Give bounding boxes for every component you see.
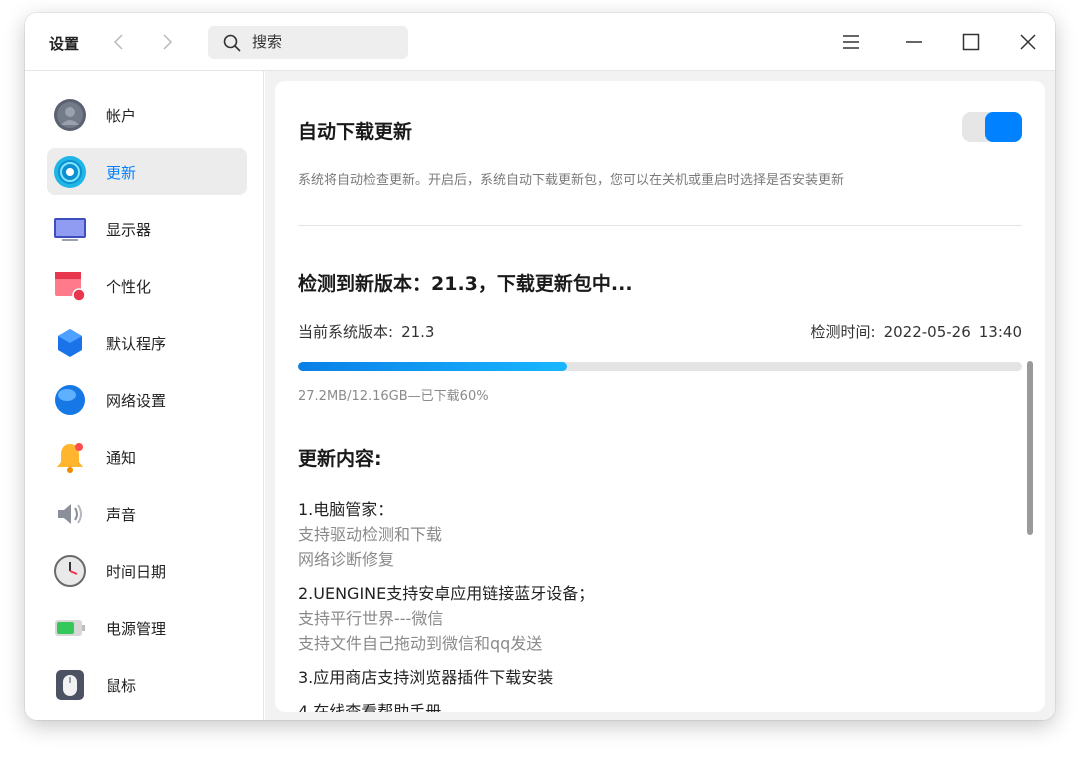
- download-progress-fill: [298, 362, 568, 371]
- update-card: 自动下载更新 系统将自动检查更新。开启后，系统自动下载更新包，您可以在关机或重启…: [275, 81, 1045, 712]
- search-icon: [223, 34, 241, 52]
- sidebar-item-mouse[interactable]: 鼠标: [47, 661, 247, 708]
- release-note-heading: 1.电脑管家：: [298, 500, 394, 519]
- check-date-value: 2022-05-26: [883, 323, 971, 341]
- minimize-button[interactable]: [901, 29, 927, 55]
- sidebar-item-label: 默认程序: [106, 335, 167, 353]
- notification-bell-icon: [57, 443, 83, 473]
- sidebar-item-label: 声音: [106, 506, 137, 524]
- sidebar-item-label: 帐户: [106, 107, 137, 125]
- version-info-row: 当前系统版本: 21.3 检测时间: 2022-05-26 13:40: [298, 321, 1022, 343]
- search-box[interactable]: [208, 26, 408, 59]
- mouse-icon: [56, 670, 84, 700]
- sidebar-item-update[interactable]: 更新: [47, 148, 247, 195]
- chevron-right-icon: [163, 34, 173, 50]
- settings-window: 设置 帐户: [25, 13, 1055, 720]
- sidebar-item-label: 通知: [106, 449, 137, 467]
- minimize-icon: [906, 41, 922, 43]
- sound-speaker-icon: [58, 504, 82, 524]
- sidebar-item-display[interactable]: 显示器: [47, 205, 247, 252]
- sidebar-item-power[interactable]: 电源管理: [47, 604, 247, 651]
- main-menu-button[interactable]: [838, 29, 864, 55]
- current-version-value: 21.3: [401, 323, 435, 341]
- release-note-item: 支持文件自己拖动到微信和qq发送: [298, 634, 543, 653]
- current-version-label: 当前系统版本:: [298, 323, 394, 341]
- sidebar-item-label: 显示器: [106, 221, 152, 239]
- maximize-icon: [962, 33, 980, 51]
- check-clock-value: 13:40: [978, 323, 1022, 341]
- sidebar-item-default-apps[interactable]: 默认程序: [47, 319, 247, 366]
- sidebar-item-sound[interactable]: 声音: [47, 490, 247, 537]
- update-icon: [54, 156, 86, 188]
- account-icon: [54, 99, 86, 131]
- back-button[interactable]: [107, 30, 131, 54]
- update-status-title: 检测到新版本：21.3，下载更新包中...: [298, 273, 633, 295]
- maximize-button[interactable]: [958, 29, 984, 55]
- sidebar-item-label: 电源管理: [106, 620, 167, 638]
- network-icon: [55, 385, 85, 415]
- search-input[interactable]: [252, 31, 392, 53]
- download-progress-text: 27.2MB/12.16GB—已下载60%: [298, 389, 489, 404]
- sidebar-item-label: 网络设置: [106, 392, 167, 410]
- forward-button[interactable]: [155, 30, 179, 54]
- clock-icon: [54, 555, 86, 587]
- toggle-knob: [985, 112, 1022, 142]
- sidebar-item-account[interactable]: 帐户: [47, 91, 247, 138]
- download-progress-bar: [298, 362, 1022, 371]
- auto-download-toggle[interactable]: [962, 112, 1022, 142]
- auto-download-title: 自动下载更新: [298, 121, 413, 143]
- close-icon: [1020, 34, 1036, 50]
- hamburger-menu-icon: [843, 35, 859, 49]
- release-note-heading: 4.在线查看帮助手册: [298, 702, 442, 712]
- sidebar: 帐户 更新 显示器 个性化 默认程序 网络设置 通知 声音 时间日期 电源管理 …: [25, 71, 264, 720]
- release-note-item: 支持平行世界---微信: [298, 609, 444, 628]
- chevron-left-icon: [113, 34, 123, 50]
- app-title: 设置: [49, 35, 80, 53]
- sidebar-item-datetime[interactable]: 时间日期: [47, 547, 247, 594]
- sidebar-item-network[interactable]: 网络设置: [47, 376, 247, 423]
- release-note-heading: 2.UENGINE支持安卓应用链接蓝牙设备；: [298, 584, 595, 603]
- scrollbar-thumb[interactable]: [1027, 361, 1033, 535]
- release-note-item: 支持驱动检测和下载: [298, 525, 443, 544]
- release-note-item: 网络诊断修复: [298, 550, 395, 569]
- title-bar: 设置: [25, 13, 1055, 71]
- sidebar-item-label: 更新: [106, 164, 137, 182]
- sidebar-item-label: 时间日期: [106, 563, 167, 581]
- sidebar-item-label: 个性化: [106, 278, 152, 296]
- default-apps-icon: [58, 329, 82, 357]
- close-button[interactable]: [1015, 29, 1041, 55]
- sidebar-item-personalization[interactable]: 个性化: [47, 262, 247, 309]
- divider: [298, 225, 1022, 226]
- sidebar-item-notification[interactable]: 通知: [47, 433, 247, 480]
- display-icon: [54, 218, 86, 241]
- release-notes-title: 更新内容:: [298, 448, 382, 470]
- battery-icon: [55, 620, 85, 636]
- check-time-label: 检测时间:: [810, 323, 876, 341]
- sidebar-item-label: 鼠标: [106, 677, 137, 695]
- personalization-icon: [55, 272, 86, 302]
- release-note-heading: 3.应用商店支持浏览器插件下载安装: [298, 668, 554, 687]
- auto-download-description: 系统将自动检查更新。开启后，系统自动下载更新包，您可以在关机或重启时选择是否安装…: [298, 173, 845, 188]
